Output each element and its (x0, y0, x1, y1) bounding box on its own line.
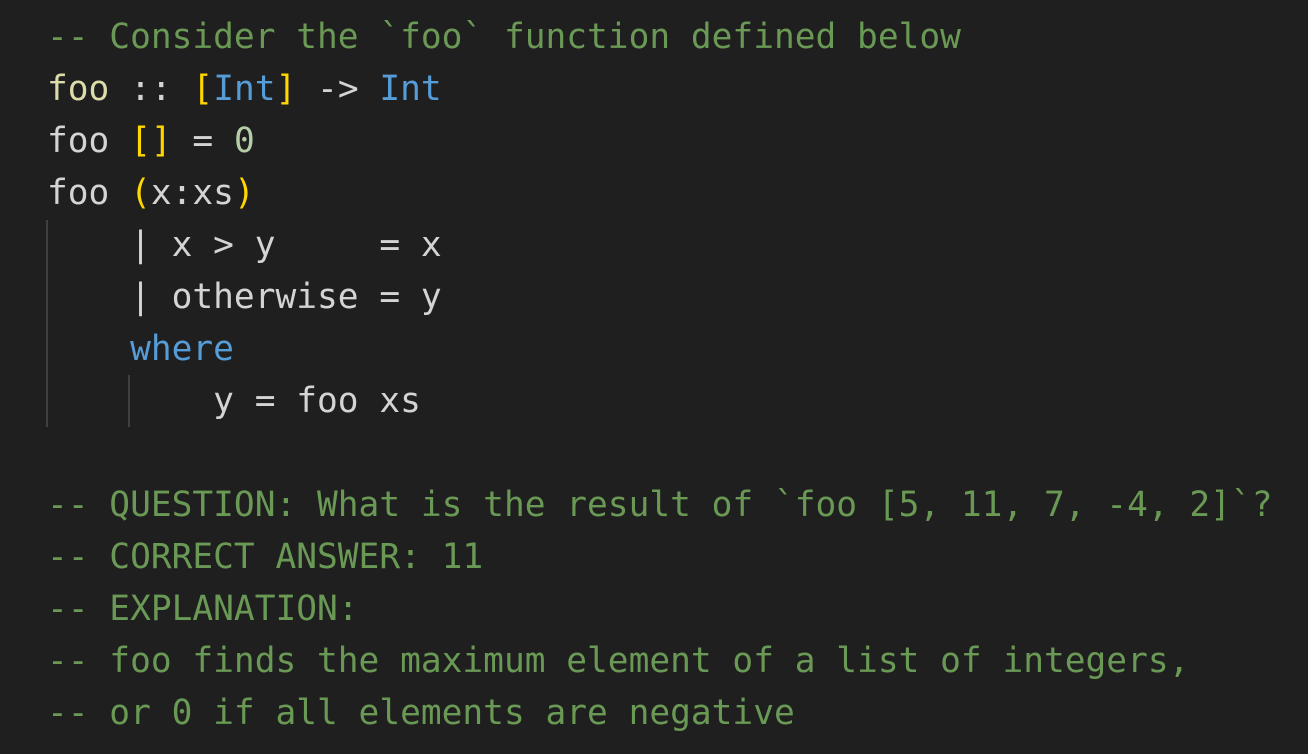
code-line: foo [] = 0 (47, 115, 1272, 167)
code-token: ] (275, 69, 297, 109)
code-token: | x > y = x (47, 225, 442, 265)
code-token: [ (192, 69, 214, 109)
code-line: -- or 0 if all elements are negative (47, 687, 1272, 739)
code-token: -- or 0 if all elements are negative (47, 693, 795, 733)
code-editor[interactable]: -- Consider the `foo` function defined b… (47, 11, 1272, 739)
code-line: y = foo xs (47, 375, 1272, 427)
code-token: ( (130, 173, 151, 213)
code-token: foo (47, 121, 131, 161)
code-token: -- EXPLANATION: (47, 589, 359, 629)
code-line: -- QUESTION: What is the result of `foo … (47, 479, 1272, 531)
code-token: = (171, 121, 234, 161)
code-line: | otherwise = y (47, 271, 1272, 323)
code-token: x:xs (150, 173, 234, 213)
code-token: ) (233, 173, 255, 213)
indent-guide (46, 220, 48, 427)
code-token: -- Consider the `foo` function defined b… (47, 17, 961, 57)
code-line: -- Consider the `foo` function defined b… (47, 11, 1272, 63)
code-token: :: (109, 69, 193, 109)
code-token: y = foo xs (47, 381, 421, 421)
code-token: Int (213, 69, 276, 109)
code-token: foo (47, 173, 131, 213)
code-token: -- QUESTION: What is the result of `foo … (47, 485, 1273, 525)
code-token: | otherwise = y (47, 277, 442, 317)
code-token: -- foo finds the maximum element of a li… (47, 641, 1190, 681)
code-token: -- CORRECT ANSWER: 11 (47, 537, 484, 577)
code-token: Int (379, 69, 442, 109)
code-token: where (47, 329, 234, 369)
code-line: foo :: [Int] -> Int (47, 63, 1272, 115)
code-token: foo (47, 69, 110, 109)
code-token: [] (130, 121, 172, 161)
indent-guide (128, 375, 130, 427)
code-line: -- foo finds the maximum element of a li… (47, 635, 1272, 687)
code-token: 0 (233, 121, 255, 161)
code-line: foo (x:xs) (47, 167, 1272, 219)
code-token: -> (296, 69, 380, 109)
code-line: -- EXPLANATION: (47, 583, 1272, 635)
code-line: | x > y = x (47, 219, 1272, 271)
code-line: where (47, 323, 1272, 375)
code-line: -- CORRECT ANSWER: 11 (47, 531, 1272, 583)
